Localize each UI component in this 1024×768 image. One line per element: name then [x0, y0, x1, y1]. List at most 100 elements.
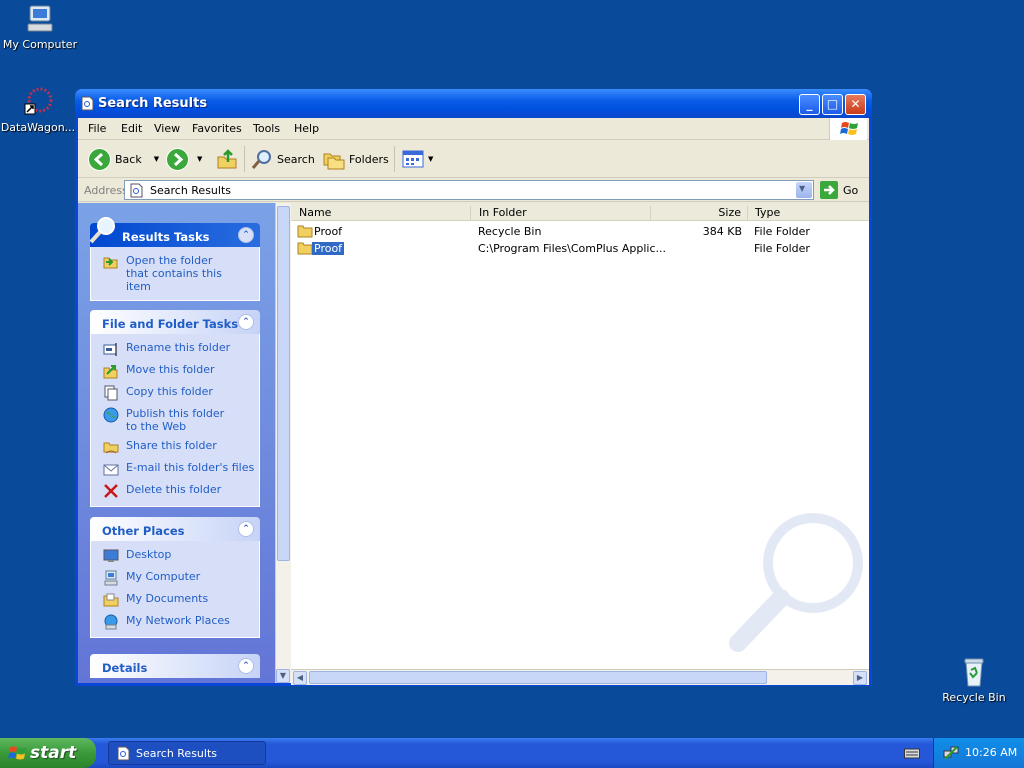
close-button[interactable]: ✕: [845, 94, 866, 115]
search-results-window: Search Results _ □ ✕ File Edit View Favo…: [75, 89, 872, 686]
table-row[interactable]: Proof Recycle Bin 384 KB File Folder: [291, 223, 869, 240]
menu-help[interactable]: Help: [294, 122, 319, 135]
task-rename-folder[interactable]: Rename this folder: [103, 341, 259, 357]
menu-view[interactable]: View: [154, 122, 180, 135]
menu-tools[interactable]: Tools: [253, 122, 280, 135]
maximize-button[interactable]: □: [822, 94, 843, 115]
views-button[interactable]: ▼: [402, 147, 433, 171]
results-tasks-header[interactable]: Results Tasks ⌃: [89, 217, 260, 247]
task-pane-scrollbar[interactable]: [275, 203, 291, 683]
clock[interactable]: 10:26 AM: [965, 746, 1017, 759]
desktop-icon-recycle-bin[interactable]: Recycle Bin: [934, 656, 1014, 704]
task-open-containing-folder[interactable]: Open the folder that contains this item: [103, 254, 259, 293]
folders-label: Folders: [349, 152, 389, 166]
column-label: Type: [755, 206, 781, 219]
folder-icon: [297, 242, 313, 255]
maximize-icon: □: [826, 97, 839, 111]
table-row-selected[interactable]: Proof C:\Program Files\ComPlus Applic...…: [291, 240, 869, 257]
scroll-left-button[interactable]: ◀: [293, 671, 307, 685]
scroll-right-button[interactable]: ▶: [853, 671, 867, 685]
delete-x-icon: [104, 484, 118, 498]
place-my-network-places[interactable]: My Network Places: [103, 614, 259, 630]
list-header: Name In Folder Size Type: [291, 203, 869, 221]
back-dropdown-icon[interactable]: ▼: [154, 155, 159, 163]
back-button[interactable]: Back ▼: [88, 147, 159, 171]
forward-button[interactable]: ▼: [166, 147, 202, 171]
copy-icon: [104, 385, 118, 401]
scrollbar-thumb[interactable]: [277, 206, 290, 561]
scrollbar-thumb[interactable]: [309, 671, 767, 684]
task-copy-folder[interactable]: Copy this folder: [103, 385, 259, 401]
start-label: start: [30, 743, 77, 763]
collapse-chevron-icon[interactable]: ⌃: [238, 314, 254, 330]
keyboard-icon[interactable]: [904, 747, 920, 759]
collapse-chevron-icon[interactable]: ⌃: [238, 658, 254, 674]
toolbar-separator: [394, 146, 395, 172]
desktop-icon-datawagon[interactable]: DataWagon...: [0, 86, 78, 134]
desktop-icon: [103, 549, 119, 562]
folders-button[interactable]: Folders: [323, 147, 389, 171]
menu-file[interactable]: File: [88, 122, 106, 135]
start-button[interactable]: start: [0, 738, 96, 768]
views-dropdown-icon: ▼: [428, 155, 434, 163]
search-magnifier-icon: [251, 150, 271, 169]
recycle-bin-icon: [964, 658, 984, 687]
task-publish-folder[interactable]: Publish this folder to the Web: [103, 407, 259, 433]
desktop-icon-label: My Computer: [2, 38, 78, 51]
close-icon: ✕: [850, 97, 861, 111]
menu-favorites[interactable]: Favorites: [192, 122, 242, 135]
address-dropdown-button[interactable]: ▼: [796, 182, 812, 198]
column-header-in-folder[interactable]: In Folder: [471, 206, 651, 221]
file-folder-tasks-panel: File and Folder Tasks ⌃ Rename this fold…: [90, 310, 260, 507]
network-status-icon[interactable]: [943, 745, 959, 761]
collapse-chevron-icon[interactable]: ⌃: [238, 227, 254, 243]
other-places-body: Desktop My Computer My Documents My Netw…: [90, 541, 260, 638]
address-label: Address: [84, 184, 128, 197]
desktop-icon-my-computer[interactable]: My Computer: [0, 3, 80, 51]
folders-icon: [323, 153, 345, 170]
up-button[interactable]: [216, 147, 238, 171]
other-places-header[interactable]: Other Places ⌃: [90, 517, 260, 541]
minimize-button[interactable]: _: [799, 94, 820, 115]
search-results-small-icon: [117, 746, 130, 761]
windows-flag-icon: [8, 746, 26, 760]
search-button[interactable]: Search: [251, 147, 315, 171]
datawagon-icon: [24, 87, 53, 115]
place-my-computer[interactable]: My Computer: [103, 570, 259, 586]
my-computer-small-icon: [104, 570, 118, 586]
task-email-files[interactable]: E-mail this folder's files: [103, 461, 259, 477]
details-title: Details: [102, 661, 148, 675]
taskbar-item-search-results[interactable]: Search Results: [108, 741, 266, 765]
task-share-folder[interactable]: Share this folder: [103, 439, 259, 455]
network-places-icon: [104, 614, 118, 630]
place-desktop[interactable]: Desktop: [103, 548, 259, 564]
place-my-documents[interactable]: My Documents: [103, 592, 259, 608]
task-delete-folder[interactable]: Delete this folder: [103, 483, 259, 499]
file-folder-tasks-header[interactable]: File and Folder Tasks ⌃: [90, 310, 260, 334]
column-header-name[interactable]: Name: [291, 206, 471, 221]
scroll-down-button[interactable]: ▼: [276, 669, 290, 683]
collapse-chevron-icon[interactable]: ⌃: [238, 521, 254, 537]
task-label: Publish this folder to the Web: [126, 407, 225, 433]
column-label: Name: [299, 206, 332, 219]
title-bar[interactable]: Search Results _ □ ✕: [75, 89, 872, 118]
column-header-type[interactable]: Type: [748, 206, 869, 221]
menu-edit[interactable]: Edit: [121, 122, 142, 135]
back-arrow-icon: [88, 147, 111, 171]
window-title: Search Results: [98, 96, 208, 111]
minimize-icon: _: [806, 97, 813, 111]
task-pane: Results Tasks ⌃ Open the folder that con…: [78, 203, 275, 683]
details-header[interactable]: Details ⌃: [90, 654, 260, 678]
forward-dropdown-icon[interactable]: ▼: [197, 155, 202, 163]
column-header-size[interactable]: Size: [651, 206, 748, 221]
task-label: Copy this folder: [126, 385, 213, 398]
search-results-small-icon: [130, 183, 143, 198]
task-move-folder[interactable]: Move this folder: [103, 363, 259, 379]
results-tasks-body: Open the folder that contains this item: [90, 247, 260, 301]
address-input[interactable]: Search Results ▼: [124, 180, 814, 200]
horizontal-scrollbar[interactable]: ◀ ▶: [291, 669, 869, 685]
go-button[interactable]: Go: [820, 181, 858, 199]
place-label: My Computer: [126, 570, 201, 583]
task-label: E-mail this folder's files: [126, 461, 255, 474]
cell-in-folder: Recycle Bin: [478, 225, 542, 238]
